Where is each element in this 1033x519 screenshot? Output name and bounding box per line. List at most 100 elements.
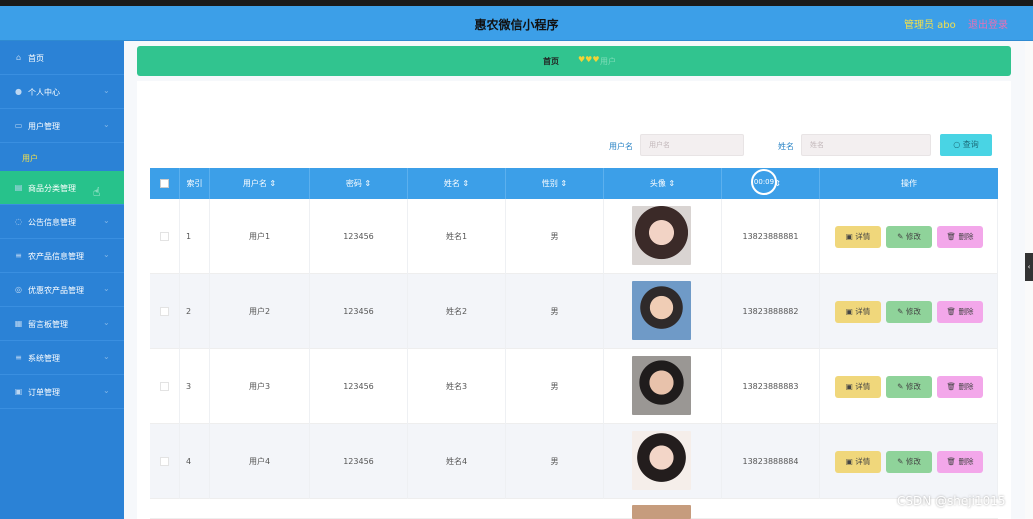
row-checkbox[interactable]: [150, 424, 180, 499]
search-button[interactable]: ○ 查询: [940, 134, 992, 156]
table-row[interactable]: 2 用户2 123456 姓名2 男 13823888882 ▣ 详情 ✎ 修改 🗑 删除: [150, 274, 998, 349]
trash-icon: 🗑: [946, 382, 959, 391]
cell-name: 姓名1: [408, 199, 506, 274]
sidebar-item-home[interactable]: ⌂ 首页: [0, 41, 124, 75]
delete-button-label: 删除: [958, 457, 974, 466]
column-header-username[interactable]: 用户名 ⇕: [210, 168, 310, 199]
discount-icon: ◎: [15, 285, 22, 294]
cell-gender: 男: [506, 274, 604, 349]
chevron-down-icon: ⌄: [103, 318, 110, 327]
detail-button[interactable]: ▣ 详情: [835, 451, 881, 473]
cell-password: 123456: [310, 424, 408, 499]
cell-gender: 男: [506, 349, 604, 424]
cell-phone: 13823888882: [722, 274, 820, 349]
sidebar-item-notice[interactable]: ◌ 公告信息管理 ⌄: [0, 205, 124, 239]
sidebar-item-label: 订单管理: [28, 388, 60, 397]
table-row[interactable]: 3 用户3 123456 姓名3 男 13823888883 ▣ 详情 ✎ 修改 🗑 删除: [150, 349, 998, 424]
sidebar-item-message[interactable]: ▦ 留言板管理 ⌄: [0, 307, 124, 341]
sidebar-item-orders[interactable]: ▣ 订单管理 ⌄: [0, 375, 124, 409]
delete-button[interactable]: 🗑 删除: [937, 376, 983, 398]
select-all-checkbox[interactable]: [150, 168, 180, 199]
row-checkbox[interactable]: [150, 274, 180, 349]
sidebar-item-label: 用户管理: [28, 122, 60, 131]
cell-index: 2: [180, 274, 210, 349]
cell-name: 姓名2: [408, 274, 506, 349]
cell-password: 123456: [310, 274, 408, 349]
sidebar-item-label: 农产品信息管理: [28, 252, 84, 261]
user-avatar: [632, 206, 691, 265]
cell-index: 1: [180, 199, 210, 274]
row-checkbox[interactable]: [150, 349, 180, 424]
side-collapse-tab[interactable]: ‹: [1025, 253, 1033, 281]
column-header-password[interactable]: 密码 ⇕: [310, 168, 408, 199]
sidebar-subitem-label: 用户: [22, 154, 38, 163]
header-bar: 惠农微信小程序 管理员 abo 退出登录: [0, 6, 1033, 41]
main-content: 首页 ♥♥♥ 用户 用户名 用户名 姓名 姓名 ○ 查询 + 新增 🗑 删除 索…: [124, 41, 1025, 519]
message-icon: ▦: [14, 319, 23, 328]
breadcrumb: 首页 ♥♥♥ 用户: [137, 46, 1011, 76]
cell-username: 用户4: [210, 424, 310, 499]
list-icon: ≡: [15, 251, 22, 260]
edit-button[interactable]: ✎ 修改: [886, 376, 932, 398]
cell-phone: 13823888883: [722, 349, 820, 424]
table-row[interactable]: 4 用户4 123456 姓名4 男 13823888884 ▣ 详情 ✎ 修改 🗑 删除: [150, 424, 998, 499]
detail-button[interactable]: ▣ 详情: [835, 301, 881, 323]
detail-icon: ▣: [845, 232, 856, 241]
checkbox-icon[interactable]: [160, 457, 169, 466]
sidebar-item-users[interactable]: ▭ 用户管理 ⌄: [0, 109, 124, 143]
edit-button-label: 修改: [905, 232, 921, 241]
table-header: 索引 用户名 ⇕ 密码 ⇕ 姓名 ⇕ 性别 ⇕ 头像 ⇕ ⇕ 操作: [150, 168, 998, 199]
chevron-down-icon: ⌄: [103, 86, 110, 95]
edit-button[interactable]: ✎ 修改: [886, 451, 932, 473]
sidebar-item-system[interactable]: ≡ 系统管理 ⌄: [0, 341, 124, 375]
mouse-cursor-icon: ☝: [93, 185, 101, 199]
detail-button[interactable]: ▣ 详情: [835, 376, 881, 398]
system-icon: ≡: [15, 353, 22, 362]
sidebar-item-label: 优惠农产品管理: [28, 286, 84, 295]
detail-button[interactable]: ▣ 详情: [835, 226, 881, 248]
name-search-input[interactable]: 姓名: [801, 134, 931, 156]
search-icon: ○: [953, 140, 963, 149]
delete-button-label: 删除: [958, 382, 974, 391]
delete-button[interactable]: 🗑 删除: [937, 301, 983, 323]
detail-button-label: 详情: [855, 307, 871, 316]
table-row-partial: [150, 499, 998, 519]
checkbox-icon[interactable]: [160, 382, 169, 391]
cell-name: 姓名4: [408, 424, 506, 499]
user-avatar: [632, 431, 691, 490]
watermark: CSDN @sheji1015: [897, 494, 1006, 508]
sidebar-item-label: 首页: [28, 54, 44, 63]
cell-password: 123456: [310, 349, 408, 424]
sidebar-item-label: 个人中心: [28, 88, 60, 97]
detail-icon: ▣: [845, 307, 856, 316]
column-header-avatar[interactable]: 头像 ⇕: [604, 168, 722, 199]
column-header-name[interactable]: 姓名 ⇕: [408, 168, 506, 199]
sidebar-item-category[interactable]: ▤ 商品分类管理: [0, 171, 124, 205]
edit-button[interactable]: ✎ 修改: [886, 301, 932, 323]
detail-icon: ▣: [845, 382, 856, 391]
cell-username: 用户3: [210, 349, 310, 424]
row-checkbox[interactable]: [150, 199, 180, 274]
checkbox-icon: [160, 179, 169, 188]
checkbox-icon[interactable]: [160, 232, 169, 241]
checkbox-icon[interactable]: [160, 307, 169, 316]
admin-label: 管理员 abo: [904, 20, 956, 31]
sidebar-item-produce[interactable]: ≡ 农产品信息管理 ⌄: [0, 239, 124, 273]
sidebar-item-label: 公告信息管理: [28, 218, 76, 227]
order-icon: ▣: [14, 387, 23, 396]
cell-password: 123456: [310, 199, 408, 274]
edit-button[interactable]: ✎ 修改: [886, 226, 932, 248]
table-row[interactable]: 1 用户1 123456 姓名1 男 13823888881 ▣ 详情 ✎ 修改 🗑 删除: [150, 199, 998, 274]
sidebar-subitem-user[interactable]: 用户: [0, 143, 124, 173]
cell-gender: 男: [506, 424, 604, 499]
column-header-gender[interactable]: 性别 ⇕: [506, 168, 604, 199]
sidebar-item-personal[interactable]: ● 个人中心 ⌄: [0, 75, 124, 109]
sidebar-item-discount[interactable]: ◎ 优惠农产品管理 ⌄: [0, 273, 124, 307]
category-icon: ▤: [14, 183, 23, 192]
delete-button[interactable]: 🗑 删除: [937, 451, 983, 473]
breadcrumb-home[interactable]: 首页: [543, 56, 559, 67]
delete-button[interactable]: 🗑 删除: [937, 226, 983, 248]
username-search-input[interactable]: 用户名: [640, 134, 744, 156]
logout-link[interactable]: 退出登录: [968, 16, 1008, 31]
trash-icon: 🗑: [946, 232, 959, 241]
